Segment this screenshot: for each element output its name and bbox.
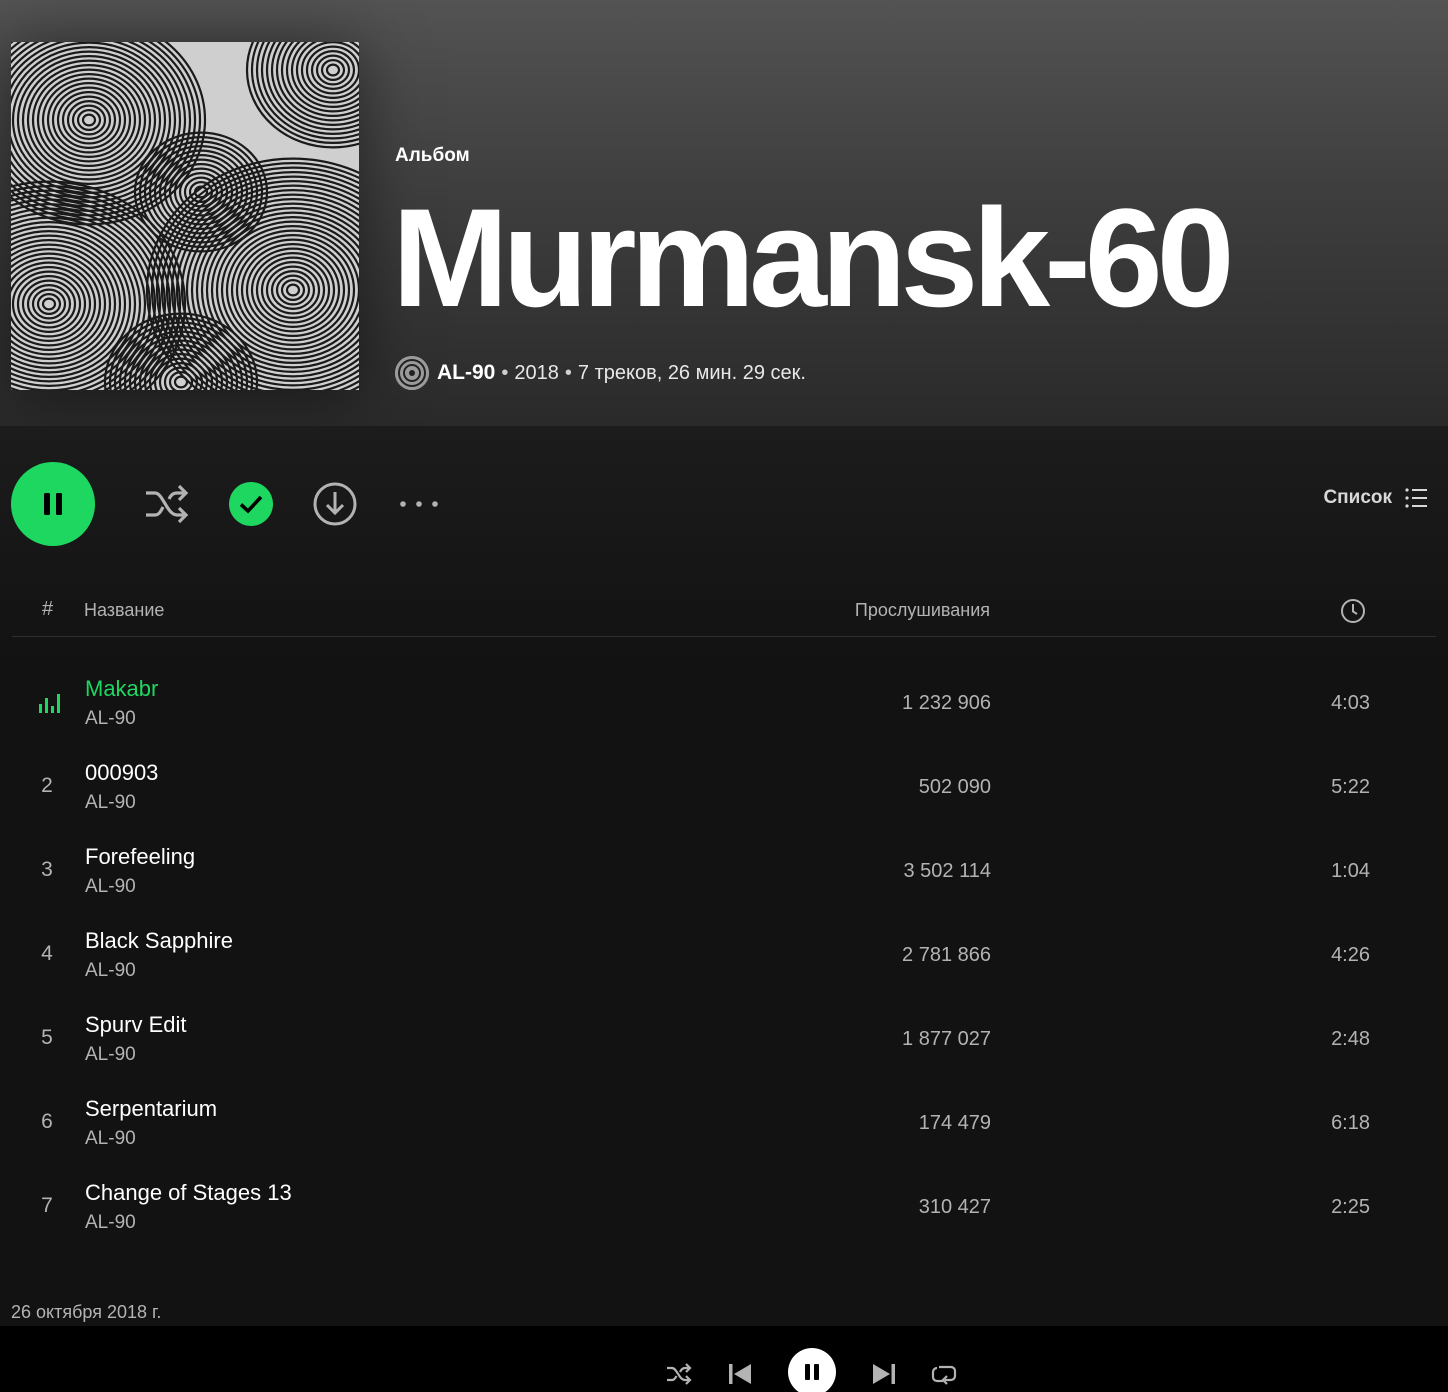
track-plays: 174 479: [918, 1112, 991, 1134]
track-duration: 2:48: [1331, 1028, 1370, 1050]
track-row[interactable]: 7 Change of Stages 13 AL-90 310 427 2:25: [12, 1166, 1436, 1250]
track-number: 6: [41, 1110, 53, 1133]
track-plays: 3 502 114: [903, 860, 992, 882]
skip-forward-icon: [873, 1364, 895, 1384]
album-summary: 7 треков, 26 мин. 29 сек.: [577, 361, 806, 384]
artist-avatar[interactable]: [395, 356, 429, 390]
repeat-icon: [931, 1365, 957, 1385]
equalizer-icon: [38, 692, 60, 719]
track-artist[interactable]: AL-90: [85, 960, 136, 982]
player-play-pause-button[interactable]: [788, 1348, 836, 1392]
track-duration: 6:18: [1331, 1112, 1370, 1134]
track-artist[interactable]: AL-90: [85, 792, 136, 814]
separator-dot: •: [501, 361, 509, 384]
track-duration: 5:22: [1331, 776, 1370, 798]
track-title[interactable]: Forefeeling: [85, 844, 195, 870]
track-title[interactable]: Change of Stages 13: [85, 1180, 292, 1206]
artist-link[interactable]: AL-90: [437, 361, 495, 385]
saved-button[interactable]: [228, 481, 274, 527]
col-title: Название: [84, 600, 165, 620]
track-row[interactable]: 4 Black Sapphire AL-90 2 781 866 4:26: [12, 914, 1436, 998]
track-row[interactable]: 2 000903 AL-90 502 090 5:22: [12, 746, 1436, 830]
track-row[interactable]: 6 Serpentarium AL-90 174 479 6:18: [12, 1082, 1436, 1166]
album-type-label: Альбом: [395, 145, 470, 166]
download-button[interactable]: [312, 481, 358, 527]
pause-icon: [805, 1364, 819, 1380]
view-label: Список: [1323, 487, 1392, 508]
list-icon: [1405, 488, 1427, 508]
player-bar: [0, 1326, 1448, 1392]
previous-button[interactable]: [726, 1360, 754, 1388]
track-artist[interactable]: AL-90: [85, 1044, 136, 1066]
shuffle-icon: [146, 484, 189, 524]
release-date: 26 октября 2018 г.: [11, 1302, 162, 1322]
track-number: 5: [41, 1026, 53, 1049]
download-icon: [313, 482, 357, 526]
tracklist-header: # Название Прослушивания: [12, 590, 1436, 637]
track-number: 4: [41, 942, 53, 965]
album-title: Murmansk-60: [392, 179, 1235, 336]
album-header: Альбом Murmansk-60 AL-90 • 2018 • 7 трек…: [0, 0, 1448, 426]
track-artist[interactable]: AL-90: [85, 876, 136, 898]
track-title[interactable]: Spurv Edit: [85, 1012, 187, 1038]
next-button[interactable]: [870, 1360, 898, 1388]
col-number: #: [42, 598, 54, 620]
track-duration: 1:04: [1331, 860, 1370, 882]
album-cover: [11, 42, 359, 390]
track-row[interactable]: 5 Spurv Edit AL-90 1 877 027 2:48: [12, 998, 1436, 1082]
track-title[interactable]: Makabr: [85, 676, 158, 702]
tracklist: Makabr AL-90 1 232 906 4:03 2 000903 AL-…: [12, 662, 1436, 1250]
track-artist[interactable]: AL-90: [85, 1212, 136, 1234]
track-duration: 4:03: [1331, 692, 1370, 714]
track-artist[interactable]: AL-90: [85, 1128, 136, 1150]
track-number: 2: [41, 774, 53, 797]
view-toggle-button[interactable]: Список: [1323, 486, 1428, 510]
col-plays: Прослушивания: [854, 600, 990, 620]
track-title[interactable]: Black Sapphire: [85, 928, 233, 954]
track-plays: 1 877 027: [902, 1028, 991, 1050]
track-title[interactable]: Serpentarium: [85, 1096, 217, 1122]
shuffle-button[interactable]: [142, 482, 192, 526]
player-shuffle-button[interactable]: [664, 1360, 694, 1388]
col-duration: [1340, 598, 1366, 629]
track-number: 3: [41, 858, 53, 881]
track-plays: 502 090: [918, 776, 991, 798]
track-title[interactable]: 000903: [85, 760, 158, 786]
track-plays: 2 781 866: [902, 944, 991, 966]
album-meta: AL-90 • 2018 • 7 треков, 26 мин. 29 сек.: [395, 355, 806, 391]
track-plays: 310 427: [918, 1196, 991, 1218]
track-duration: 4:26: [1331, 944, 1370, 966]
shuffle-icon: [667, 1363, 692, 1385]
track-plays: 1 232 906: [902, 692, 991, 714]
track-artist[interactable]: AL-90: [85, 708, 136, 730]
pause-icon: [44, 493, 62, 515]
album-year: 2018: [514, 361, 559, 384]
separator-dot: •: [564, 361, 572, 384]
play-pause-button[interactable]: [11, 462, 95, 546]
repeat-button[interactable]: [930, 1360, 958, 1388]
track-row[interactable]: 3 Forefeeling AL-90 3 502 114 1:04: [12, 830, 1436, 914]
check-circle-icon: [229, 482, 273, 526]
clock-icon: [1341, 599, 1365, 623]
more-button[interactable]: [396, 492, 442, 516]
action-bar: Список: [0, 462, 1448, 546]
skip-back-icon: [729, 1364, 751, 1384]
track-number: 7: [41, 1194, 53, 1217]
more-icon: [400, 501, 438, 507]
track-row[interactable]: Makabr AL-90 1 232 906 4:03: [12, 662, 1436, 746]
track-duration: 2:25: [1331, 1196, 1370, 1218]
